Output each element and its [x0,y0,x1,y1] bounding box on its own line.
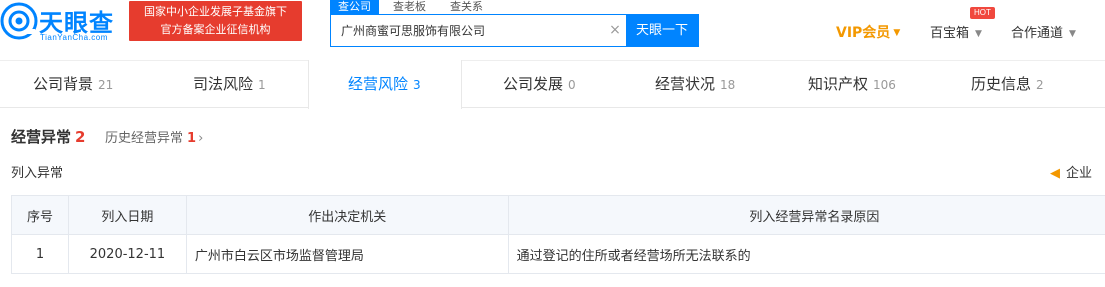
speaker-icon: ◀ [1050,166,1060,181]
tab-label: 知识产权 [808,75,869,93]
search-type-tabs: 查公司 查老板 查关系 [330,0,499,14]
tab-count: 2 [1036,78,1044,92]
partner-menu[interactable]: 合作通道 ▼ [1011,22,1076,41]
section-title: 经营异常 2 [11,126,85,147]
history-abnormal-link[interactable]: 历史经营异常 1 › [105,127,203,146]
chevron-right-icon: › [198,131,204,146]
search-area: 查公司 查老板 查关系 × 天眼一下 [330,0,770,48]
tab-label: 司法风险 [193,75,254,93]
brand-domain: TianYanCha.com [40,33,108,42]
tab-legal-risk[interactable]: 司法风险 1 [193,61,266,108]
cell-authority[interactable]: 广州市白云区市场监督管理局 [185,234,509,274]
tab-count: 0 [568,78,576,92]
history-label: 历史经营异常 [105,131,184,146]
top-header: 天眼查 TianYanCha.com 国家中小企业发展子基金旗下 官方备案企业征… [0,0,1105,56]
table-header-row: 序号 列入日期 作出决定机关 列入经营异常名录原因 [11,195,1105,235]
table-row: 1 2020-12-11 广州市白云区市场监督管理局 通过登记的住所或者经营场所… [11,234,1105,274]
cell-reason: 通过登记的住所或者经营场所无法联系的 [507,234,1105,274]
tab-intellectual-property[interactable]: 知识产权 106 [808,61,896,108]
section-count: 2 [75,128,86,146]
tab-label: 经营风险 [348,75,409,93]
tab-operating-status[interactable]: 经营状况 18 [655,61,735,108]
vip-menu[interactable]: VIP会员 ▼ [836,22,900,42]
abnormal-table: 序号 列入日期 作出决定机关 列入经营异常名录原因 1 2020-12-11 广… [11,195,1105,274]
promo-line-2: 官方备案企业征信机构 [160,23,271,36]
tab-count: 106 [873,78,896,92]
cell-date: 2020-12-11 [67,234,187,274]
caret-down-icon: ▼ [1069,28,1076,39]
tab-label: 经营状况 [655,75,716,93]
promo-banner[interactable]: 国家中小企业发展子基金旗下 官方备案企业征信机构 [129,1,302,41]
col-header-authority: 作出决定机关 [185,195,509,235]
close-icon[interactable]: × [604,15,626,46]
cell-index: 1 [11,234,69,274]
tab-label: 公司背景 [33,75,94,93]
caret-down-icon: ▼ [975,28,982,39]
dimension-tabs: 公司背景 21 司法风险 1 经营风险 3 公司发展 0 经营状况 18 知识产权 106 … [0,60,1105,109]
col-header-reason: 列入经营异常名录原因 [507,195,1105,235]
partner-label: 合作通道 [1011,26,1064,41]
notice-link[interactable]: ◀ 企业 [1050,162,1092,181]
treasure-label: 百宝箱 [930,26,970,41]
history-count: 1 [187,131,197,146]
tab-history-info[interactable]: 历史信息 2 [971,61,1044,108]
promo-line-1: 国家中小企业发展子基金旗下 [144,5,287,18]
search-tab-company[interactable]: 查公司 [330,0,379,14]
caret-down-icon: ▼ [893,28,901,38]
tab-count: 3 [413,78,421,92]
tab-label: 历史信息 [971,75,1032,93]
tab-count: 1 [258,78,266,92]
notice-label: 企业 [1066,166,1093,181]
vip-label: VIP会员 [836,25,891,41]
tab-count: 18 [720,78,736,92]
search-tab-boss[interactable]: 查老板 [385,0,434,14]
treasure-menu[interactable]: 百宝箱 ▼ [930,22,982,41]
logo[interactable]: 天眼查 TianYanCha.com [0,2,124,42]
logo-mark-icon [0,2,38,40]
tab-label: 公司发展 [503,75,564,93]
section-title-label: 经营异常 [11,128,72,146]
search-input[interactable] [331,15,604,46]
tab-count: 21 [98,78,114,92]
col-header-index: 序号 [11,195,69,235]
search-button[interactable]: 天眼一下 [626,15,698,46]
col-header-date: 列入日期 [67,195,187,235]
subsection-title: 列入异常 [11,166,64,181]
search-box: × 天眼一下 [330,14,699,47]
search-tab-relation[interactable]: 查关系 [442,0,491,14]
tab-company-background[interactable]: 公司背景 21 [33,61,113,108]
tab-company-development[interactable]: 公司发展 0 [503,61,576,108]
tab-operating-risk[interactable]: 经营风险 3 [348,61,421,108]
hot-badge: HOT [970,7,995,19]
